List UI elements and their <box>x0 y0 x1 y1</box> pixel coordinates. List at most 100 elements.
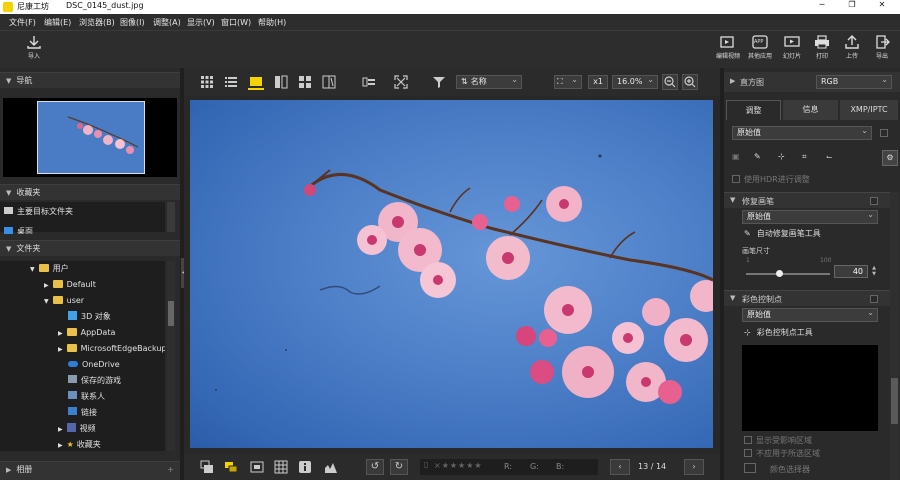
list-view-icon[interactable] <box>224 75 238 89</box>
folder-tree-scrollbar[interactable] <box>167 261 175 451</box>
favorite-item[interactable]: 桌面 <box>4 224 33 234</box>
info-icon[interactable] <box>298 460 312 474</box>
adjust-stack-icon[interactable]: ▣ <box>732 152 740 161</box>
auto-retouch-tool[interactable]: ✎ 自动修复画笔工具 <box>744 228 821 240</box>
tab-xmp-iptc[interactable]: XMP/IPTC <box>840 100 898 120</box>
color-control-section-header[interactable]: ▼ 彩色控制点 <box>724 290 890 306</box>
tree-item[interactable]: ▶ ★ 收藏夹 <box>58 437 101 451</box>
crop-icon[interactable]: ⌗ <box>802 152 807 162</box>
maximize-button[interactable]: ❐ <box>842 0 862 9</box>
albums-header[interactable]: ▶ 相册 + <box>0 461 180 480</box>
right-panel-scrollbar[interactable] <box>890 192 899 480</box>
tree-item[interactable]: ▶ MicrosoftEdgeBackups <box>58 341 165 356</box>
close-button[interactable]: ✕ <box>872 0 892 9</box>
favorites-header[interactable]: ▼ 收藏夹 <box>0 184 180 200</box>
import-button[interactable]: 导入 <box>18 35 50 60</box>
show-affected-checkbox[interactable] <box>744 436 752 444</box>
thumbnail-grid-icon[interactable] <box>200 75 214 89</box>
rotate-right-button[interactable]: ↻ <box>390 459 408 475</box>
single-image-view-button[interactable] <box>248 74 264 90</box>
color-control-tool[interactable]: ⊹ 彩色控制点工具 <box>744 327 813 339</box>
menu-help[interactable]: 帮助(H) <box>258 17 286 28</box>
histogram-header[interactable]: ▶ 直方图 RGB <box>724 72 900 92</box>
color-control-point-list[interactable] <box>742 345 878 431</box>
menu-edit[interactable]: 编辑(E) <box>44 17 71 28</box>
print-button[interactable]: 打印 <box>806 35 838 60</box>
menu-image[interactable]: 图像(I) <box>120 17 145 28</box>
compare-view-icon[interactable] <box>298 75 312 89</box>
tree-item[interactable]: ▼ 用户 <box>30 261 69 276</box>
stack-icon[interactable] <box>200 460 214 474</box>
tab-info[interactable]: 信息 <box>783 100 838 120</box>
favorite-item[interactable]: 主要目标文件夹 <box>4 204 73 219</box>
retouch-enable-checkbox[interactable] <box>870 197 878 205</box>
navigator-preview[interactable] <box>3 98 177 177</box>
next-image-button[interactable]: › <box>684 459 704 475</box>
zoom-in-button[interactable] <box>682 74 698 90</box>
before-after-icon[interactable] <box>322 75 336 89</box>
scrollbar-thumb[interactable] <box>891 378 898 424</box>
tree-item[interactable]: 保存的游戏 <box>68 373 121 388</box>
brush-size-slider-handle[interactable] <box>776 270 783 277</box>
minimize-button[interactable]: ─ <box>812 0 832 9</box>
navigation-header[interactable]: ▼ 导航 <box>0 72 180 88</box>
tree-item[interactable]: ▶ 视频 <box>58 421 96 436</box>
tree-item[interactable]: 链接 <box>68 405 97 420</box>
tree-item[interactable]: ▶ AppData <box>58 325 115 340</box>
retouch-preset-dropdown[interactable]: 原始值 <box>742 209 878 224</box>
rotate-left-button[interactable]: ↺ <box>366 459 384 475</box>
settings-gear-button[interactable]: ⚙ <box>882 150 898 166</box>
brush-size-input[interactable]: 40 <box>834 265 868 278</box>
split-view-icon[interactable] <box>274 75 288 89</box>
favorites-scrollbar[interactable] <box>167 202 175 232</box>
protect-icon[interactable]: ▯ <box>424 460 428 469</box>
tree-item[interactable]: ▶ Default <box>44 277 96 292</box>
slideshow-button[interactable]: 幻灯片 <box>776 35 808 60</box>
fit-mode-dropdown[interactable]: ⛶ <box>554 74 582 89</box>
tree-item[interactable]: 3D 对象 <box>68 309 111 324</box>
color-control-point-icon[interactable]: ⊹ <box>778 152 785 161</box>
tree-item[interactable]: OneDrive <box>68 357 120 372</box>
filter-icon[interactable] <box>432 75 446 89</box>
main-photo[interactable] <box>190 100 713 448</box>
export-button[interactable]: 导出 <box>866 35 898 60</box>
layout-dropdown-icon[interactable] <box>362 75 376 89</box>
tree-item[interactable]: 联系人 <box>68 389 105 404</box>
histogram-channel-dropdown[interactable]: RGB <box>816 74 892 89</box>
menu-file[interactable]: 文件(F) <box>9 17 36 28</box>
menu-adjust[interactable]: 调整(A) <box>153 17 181 28</box>
color-control-enable-checkbox[interactable] <box>870 295 878 303</box>
grid-overlay-icon[interactable] <box>274 460 288 474</box>
upload-button[interactable]: 上传 <box>836 35 868 60</box>
retouch-brush-icon[interactable]: ✎ <box>754 152 761 161</box>
zoom-out-button[interactable] <box>662 74 678 90</box>
image-frame-icon[interactable] <box>250 460 264 474</box>
zoom-percent-dropdown[interactable]: 16.0% <box>612 74 658 89</box>
zoom-multiplier[interactable]: x1 <box>588 75 608 89</box>
tree-item[interactable]: ▼ user <box>44 293 84 308</box>
straighten-icon[interactable]: ⌙ <box>826 152 833 161</box>
retouch-section-header[interactable]: ▼ 修复画笔 <box>724 192 890 208</box>
fit-screen-icon[interactable] <box>394 75 408 89</box>
adjust-preset-dropdown[interactable]: 原始值 <box>732 125 872 140</box>
hdr-checkbox[interactable] <box>732 175 740 183</box>
previous-image-button[interactable]: ‹ <box>610 459 630 475</box>
brush-size-slider[interactable] <box>746 270 830 277</box>
histogram-overlay-icon[interactable] <box>324 460 338 474</box>
scrollbar-thumb[interactable] <box>168 301 174 326</box>
folders-header[interactable]: ▼ 文件夹 <box>0 240 180 256</box>
menu-view[interactable]: 显示(V) <box>187 17 215 28</box>
edit-video-button[interactable]: 编辑视频 <box>712 35 744 60</box>
rating-stars[interactable]: ×★★★★★ <box>434 461 483 470</box>
not-applied-checkbox[interactable] <box>744 449 752 457</box>
sort-dropdown[interactable]: ⇅ 名称 <box>456 74 522 89</box>
add-album-icon[interactable]: + <box>167 462 174 478</box>
menu-window[interactable]: 窗口(W) <box>221 17 251 28</box>
color-control-preset-dropdown[interactable]: 原始值 <box>742 307 878 322</box>
label-color-icon[interactable] <box>224 460 238 474</box>
tab-adjust[interactable]: 调整 <box>726 100 781 120</box>
color-picker-swatch[interactable] <box>744 463 756 473</box>
menu-browser[interactable]: 浏览器(B) <box>79 17 115 28</box>
brush-size-stepper[interactable]: ▲ ▼ <box>870 265 878 278</box>
adjust-preset-checkbox[interactable] <box>880 129 888 137</box>
